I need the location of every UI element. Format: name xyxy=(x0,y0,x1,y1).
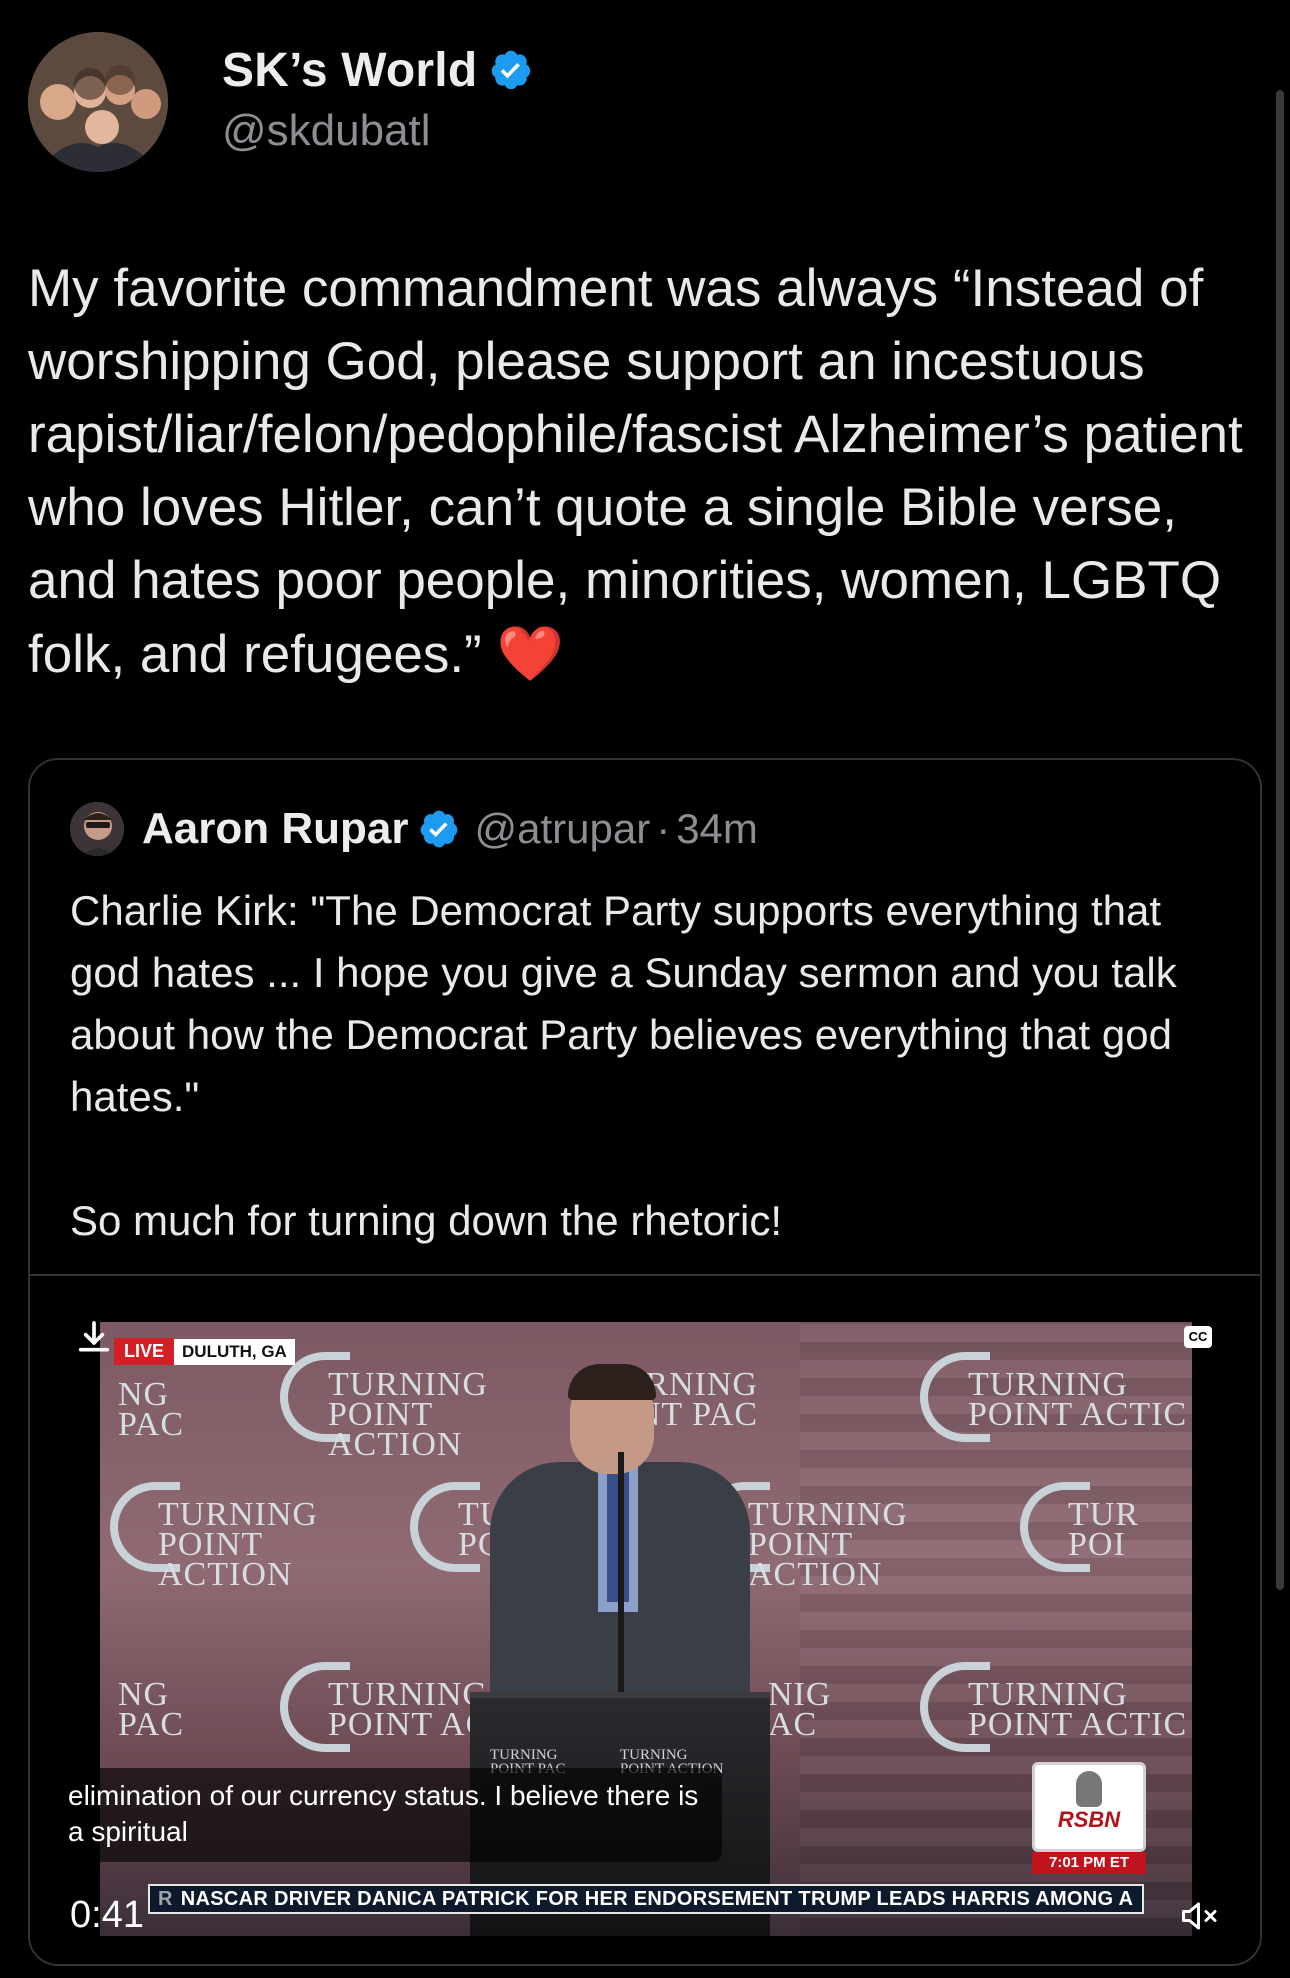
backdrop-logo: TURNING POINT ACTIC xyxy=(920,1342,1190,1462)
quoted-tweet-text: Charlie Kirk: "The Democrat Party suppor… xyxy=(70,887,1177,1244)
quoted-author-avatar[interactable] xyxy=(70,802,124,856)
video-timestamp: 0:41 xyxy=(70,1894,144,1936)
quoted-author-display-name[interactable]: Aaron Rupar xyxy=(142,804,408,854)
ticker-text: NASCAR DRIVER DANICA PATRICK FOR HER END… xyxy=(180,1887,1134,1910)
verified-badge-icon xyxy=(421,810,458,848)
ticker-fragment: R xyxy=(158,1887,173,1910)
speaker-hair xyxy=(568,1364,656,1400)
news-ticker: R NASCAR DRIVER DANICA PATRICK FOR HER E… xyxy=(148,1884,1144,1914)
video-captions: elimination of our currency status. I be… xyxy=(54,1768,722,1862)
backdrop-logo: TUR POI xyxy=(1020,1472,1192,1592)
quoted-tweet-header: Aaron Rupar @atrupar · 34m xyxy=(70,802,758,856)
scrollbar[interactable] xyxy=(1276,90,1284,1590)
network-time: 7:01 PM ET xyxy=(1032,1852,1146,1874)
download-icon[interactable] xyxy=(74,1318,114,1358)
heart-emoji: ❤️ xyxy=(496,622,564,685)
backdrop-logo: TURNING POINT ACTION xyxy=(280,1342,550,1462)
live-badge: LIVE DULUTH, GA xyxy=(114,1338,295,1365)
microphone-icon xyxy=(1076,1771,1102,1807)
author-avatar[interactable] xyxy=(28,32,168,172)
microphone xyxy=(618,1452,624,1692)
verified-badge-icon xyxy=(492,50,531,90)
backdrop-logo: TURNING POINT ACTIC xyxy=(920,1652,1190,1772)
muted-speaker-icon[interactable] xyxy=(1178,1898,1222,1934)
quoted-author-handle[interactable]: @atrupar xyxy=(474,805,650,853)
author-display-name[interactable]: SK’s World xyxy=(222,43,477,98)
backdrop-logo: TURNING POINT ACTION xyxy=(110,1472,380,1592)
author-handle[interactable]: @skdubatl xyxy=(222,106,533,156)
separator-dot: · xyxy=(656,805,671,852)
live-label: LIVE xyxy=(114,1338,175,1365)
tweet-author: SK’s World @skdubatl xyxy=(28,32,533,172)
network-logo: RSBN 7:01 PM ET xyxy=(1032,1762,1146,1874)
location-label: DULUTH, GA xyxy=(174,1338,295,1365)
tweet-text: My favorite commandment was always “Inst… xyxy=(28,252,1268,691)
tweet-body: My favorite commandment was always “Inst… xyxy=(28,259,1243,684)
quoted-tweet-time[interactable]: 34m xyxy=(676,805,758,853)
closed-captions-icon[interactable]: CC xyxy=(1184,1326,1212,1348)
network-label: RSBN xyxy=(1057,1807,1121,1832)
